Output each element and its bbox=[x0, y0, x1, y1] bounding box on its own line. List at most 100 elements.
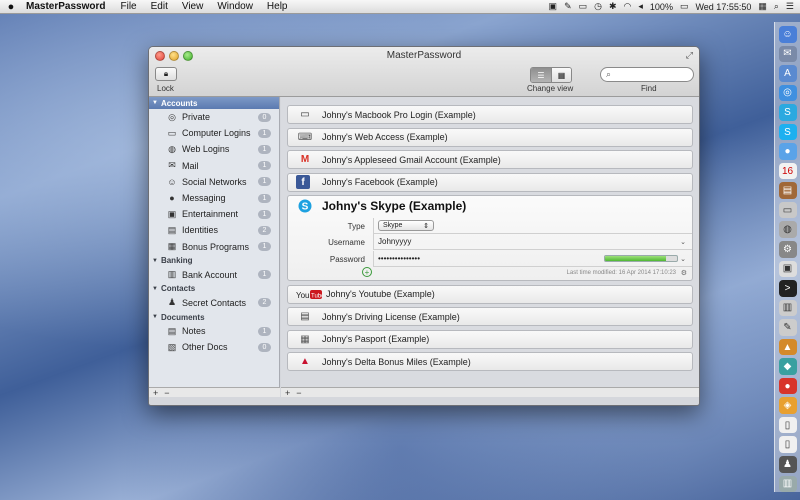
disclosure-triangle-icon[interactable]: ▼ bbox=[152, 286, 158, 292]
list-view-button[interactable]: ☰ bbox=[531, 68, 551, 82]
sidebar-item-label: Computer Logins bbox=[182, 128, 251, 139]
username-field[interactable]: Johnyyyy ⌄ bbox=[373, 234, 692, 250]
app-teal-icon[interactable]: ◆ bbox=[778, 358, 797, 375]
mail-app-icon[interactable]: ✉ bbox=[778, 45, 797, 63]
keychain-icon[interactable]: ▣ bbox=[549, 1, 558, 12]
sidebar-item-secret-contacts[interactable]: ♟ Secret Contacts 2 bbox=[149, 295, 279, 311]
user-icon[interactable]: ♟ bbox=[778, 456, 797, 473]
battery-icon[interactable]: ▭ bbox=[680, 1, 689, 12]
entry-title: Johny's Web Access (Example) bbox=[322, 132, 448, 142]
menu-edit[interactable]: Edit bbox=[144, 1, 175, 12]
preview-icon[interactable]: ◍ bbox=[778, 221, 797, 239]
remove-entry-button[interactable]: − bbox=[296, 388, 301, 398]
system-preferences-icon[interactable]: ⚙ bbox=[778, 241, 797, 258]
contacts-icon[interactable]: ▤ bbox=[778, 182, 797, 199]
apple-icon[interactable]: ● bbox=[0, 1, 22, 13]
bluetooth-icon[interactable]: ✱ bbox=[609, 1, 617, 12]
menu-app-name[interactable]: MasterPassword bbox=[22, 1, 113, 12]
clock[interactable]: Wed 17:55:50 bbox=[695, 2, 751, 12]
expanded-entry-header[interactable]: S Johny's Skype (Example) bbox=[288, 196, 692, 216]
terminal-icon[interactable]: > bbox=[778, 280, 797, 297]
entry-row[interactable]: YouTube Johny's Youtube (Example) bbox=[287, 284, 693, 304]
sidebar-item-private[interactable]: ◎ Private 0 bbox=[149, 109, 279, 125]
skype-alt-icon[interactable]: S bbox=[778, 123, 797, 141]
messages-icon[interactable]: ● bbox=[778, 143, 797, 160]
safari-icon[interactable]: ◎ bbox=[778, 84, 797, 102]
count-badge: 1 bbox=[258, 177, 271, 187]
document-2-icon[interactable]: ▯ bbox=[778, 436, 797, 454]
svg-text:You: You bbox=[296, 291, 310, 300]
airplay-icon[interactable]: ▭ bbox=[579, 1, 588, 12]
menu-file[interactable]: File bbox=[113, 1, 143, 12]
trash-icon[interactable]: ▥ bbox=[778, 475, 797, 493]
search-input[interactable] bbox=[614, 69, 691, 80]
skype-app-icon[interactable]: S bbox=[778, 104, 797, 121]
remove-category-button[interactable]: − bbox=[164, 388, 169, 398]
notebook-icon: ▤ bbox=[167, 325, 177, 336]
count-badge: 1 bbox=[258, 326, 271, 336]
finder-icon[interactable]: ☺ bbox=[778, 26, 797, 43]
lock-button[interactable]: 🔒︎ bbox=[155, 67, 177, 81]
notes-icon[interactable]: ▭ bbox=[778, 201, 797, 219]
gear-icon[interactable]: ⚙ bbox=[681, 269, 687, 277]
tools-icon[interactable]: ✎ bbox=[564, 1, 572, 12]
utility-icon[interactable]: ▥ bbox=[778, 299, 797, 317]
add-category-button[interactable]: + bbox=[153, 388, 158, 398]
type-select[interactable]: Skype ⇕ bbox=[378, 220, 434, 231]
sidebar-item-social-networks[interactable]: ☺ Social Networks 1 bbox=[149, 174, 279, 190]
chevron-down-icon[interactable]: ⌄ bbox=[680, 255, 686, 263]
entry-row[interactable]: ⌨ Johny's Web Access (Example) bbox=[287, 127, 693, 147]
sidebar-item-label: Entertainment bbox=[182, 209, 239, 220]
entry-row[interactable]: ▲ Johny's Delta Bonus Miles (Example) bbox=[287, 352, 693, 371]
masterpassword-icon[interactable]: ▲ bbox=[778, 338, 797, 356]
app-red-icon[interactable]: ● bbox=[778, 377, 797, 395]
notification-center-icon[interactable]: ☰ bbox=[786, 1, 794, 12]
disclosure-triangle-icon[interactable]: ▼ bbox=[152, 314, 158, 320]
entry-row[interactable]: ▤ Johny's Driving License (Example) bbox=[287, 307, 693, 326]
script-icon[interactable]: ✎ bbox=[778, 319, 797, 336]
photo-icon[interactable]: ▣ bbox=[778, 260, 797, 278]
count-badge: 2 bbox=[258, 298, 271, 308]
sidebar-item-bonus-programs[interactable]: ▦ Bonus Programs 1 bbox=[149, 239, 279, 255]
document-icon[interactable]: ▯ bbox=[778, 416, 797, 434]
app-orange-icon[interactable]: ◈ bbox=[778, 397, 797, 414]
entry-row[interactable]: ▦ Johny's Pasport (Example) bbox=[287, 329, 693, 349]
sidebar-item-identities[interactable]: ▤ Identities 2 bbox=[149, 222, 279, 238]
section-documents[interactable]: ▼ Documents bbox=[149, 311, 279, 323]
sidebar-item-web-logins[interactable]: ◍ Web Logins 1 bbox=[149, 141, 279, 157]
sidebar-item-entertainment[interactable]: ▣ Entertainment 1 bbox=[149, 206, 279, 222]
menu-help[interactable]: Help bbox=[260, 1, 295, 12]
sidebar-item-mail[interactable]: ✉ Mail 1 bbox=[149, 158, 279, 174]
chevron-down-icon[interactable]: ⌄ bbox=[680, 238, 686, 246]
entry-row[interactable]: ▭ Johny's Macbook Pro Login (Example) bbox=[287, 105, 693, 124]
disclosure-triangle-icon[interactable]: ▼ bbox=[152, 258, 158, 264]
disclosure-triangle-icon[interactable]: ▼ bbox=[152, 100, 158, 106]
sidebar-item-computer-logins[interactable]: ▭ Computer Logins 1 bbox=[149, 125, 279, 141]
spotlight-icon[interactable]: ⌕ bbox=[774, 1, 779, 12]
section-accounts[interactable]: ▼ Accounts bbox=[149, 97, 279, 109]
calendar-icon[interactable]: 16 bbox=[778, 162, 797, 180]
app-store-icon[interactable]: A bbox=[778, 65, 797, 82]
search-icon: ⌕ bbox=[606, 69, 612, 79]
grid-view-button[interactable]: ▦ bbox=[551, 68, 571, 82]
count-badge: 0 bbox=[258, 112, 271, 122]
menu-window[interactable]: Window bbox=[210, 1, 260, 12]
entry-row[interactable]: M Johny's Appleseed Gmail Account (Examp… bbox=[287, 150, 693, 169]
flag-icon[interactable]: ▦ bbox=[758, 1, 767, 12]
sidebar-item-other-docs[interactable]: ▧ Other Docs 0 bbox=[149, 339, 279, 355]
section-banking[interactable]: ▼ Banking bbox=[149, 255, 279, 267]
sidebar-item-notes[interactable]: ▤ Notes 1 bbox=[149, 323, 279, 339]
volume-icon[interactable]: ◂ bbox=[638, 1, 643, 12]
sidebar-item-messaging[interactable]: ● Messaging 1 bbox=[149, 190, 279, 206]
sidebar-item-bank-account[interactable]: ▥ Bank Account 1 bbox=[149, 267, 279, 283]
add-field-button[interactable]: + bbox=[362, 267, 372, 277]
add-entry-button[interactable]: + bbox=[285, 388, 290, 398]
entry-row[interactable]: f Johny's Facebook (Example) bbox=[287, 172, 693, 192]
fullscreen-icon[interactable]: ⤢ bbox=[686, 50, 693, 61]
section-contacts[interactable]: ▼ Contacts bbox=[149, 283, 279, 295]
wifi-icon[interactable]: ◠ bbox=[624, 1, 632, 12]
menu-view[interactable]: View bbox=[175, 1, 211, 12]
password-field[interactable]: ••••••••••••••• ⌄ bbox=[373, 251, 692, 267]
dock: ☺ ✉ A ◎ S S ● 16 ▤ ▭ ◍ ⚙ ▣ > ▥ ✎ ▲ ◆ ● ◈… bbox=[774, 22, 800, 493]
timemachine-icon[interactable]: ◷ bbox=[594, 1, 602, 12]
